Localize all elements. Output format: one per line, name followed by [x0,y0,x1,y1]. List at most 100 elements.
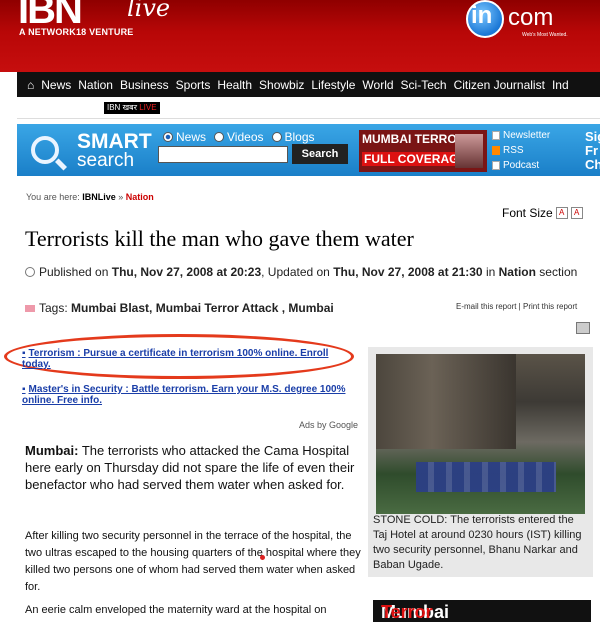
breadcrumb-home[interactable]: IBNLive [82,192,116,202]
tags-row: Tags: Mumbai Blast, Mumbai Terror Attack… [25,301,334,315]
upd-prefix: , Updated on [261,265,334,279]
search-input[interactable] [158,146,288,163]
nav-citizen-journalist[interactable]: Citizen Journalist [454,78,545,92]
ad1-text: Terrorism : Pursue a certificate in terr… [22,348,329,370]
newsletter-icon [492,131,500,140]
cursor-dot [260,555,265,560]
photo-caption: STONE COLD: The terrorists entered the T… [373,514,582,571]
site-header: IBN live A NETWORK18 VENTURE in com Web'… [0,0,600,72]
promo-red: Terror Attack [381,602,433,622]
newsletter-label: Newsletter [503,130,551,141]
nav-world[interactable]: World [362,78,393,92]
email-print-links[interactable]: E-mail this report | Print this report [456,302,577,311]
ad-bullet: ▪ [22,384,26,395]
incom-logo[interactable]: in com Web's Most Wanted. [462,0,592,44]
breadcrumb: You are here: IBNLive » Nation [26,192,154,202]
radio-blogs[interactable] [271,132,282,142]
pub-prefix: Published on [39,265,112,279]
ad2-text: Master's in Security : Battle terrorism.… [22,384,346,406]
sub-nav: IBN खबर LIVE [17,97,600,119]
breadcrumb-prefix: You are here: [26,192,83,202]
font-size-label: Font Size [502,206,553,220]
ads-by-google[interactable]: Ads by Google [299,420,358,430]
ad-link-terrorism[interactable]: ▪ Terrorism : Pursue a certificate in ter… [22,348,352,370]
main-nav: ⌂ News Nation Business Sports Health Sho… [17,72,600,97]
rss-icon [492,146,500,155]
mt-banner-line2: FULL COVERAGE [362,152,469,166]
mumbai-terror-coverage-banner[interactable]: MUMBAI TERROR FULL COVERAGE [359,130,487,172]
ad-bullet: ▪ [22,348,26,359]
podcast-link[interactable]: Podcast [492,158,550,173]
section-suffix: section [535,265,578,279]
podcast-label: Podcast [503,160,540,171]
incom-com-text: com [508,4,554,31]
badge-ibn: IBN [107,103,121,112]
nav-nation[interactable]: Nation [78,78,113,92]
article-paragraph-2: After killing two security personnel in … [25,530,361,593]
mt-banner-line1: MUMBAI TERROR [362,132,466,146]
clock-icon [25,267,35,277]
rss-label: RSS [503,145,524,156]
smart-search-logo: SMART search [27,128,157,172]
nav-sports[interactable]: Sports [176,78,211,92]
signup-line1: Sig [585,129,600,144]
nav-scitech[interactable]: Sci-Tech [401,78,447,92]
home-icon[interactable]: ⌂ [27,78,34,92]
nav-news[interactable]: News [41,78,71,92]
search-text: search [77,150,135,171]
font-increase-button[interactable]: A [570,207,583,219]
photo-building [376,354,516,449]
article-paragraph-3: An eerie calm enveloped the maternity wa… [25,604,327,616]
nav-india[interactable]: Ind [552,78,569,92]
nav-health[interactable]: Health [217,78,252,92]
font-size-control: Font Size A A [502,206,583,220]
newsletter-link[interactable]: Newsletter [492,128,550,143]
radio-videos-label[interactable]: Videos [227,130,263,144]
taj-hotel-photo[interactable] [376,354,585,514]
smart-search-bar: SMART search News Videos Blogs Search MU… [17,124,600,176]
dateline: Mumbai: [25,443,79,458]
tags-prefix: Tags: [39,301,72,315]
ibn-khabar-badge[interactable]: IBN खबर LIVE [104,102,160,114]
mumbai-terror-attack-promo[interactable]: Mumbai Terror Attack [373,600,591,622]
nav-business[interactable]: Business [120,78,169,92]
rss-link[interactable]: RSS [492,143,550,158]
publish-info: Published on Thu, Nov 27, 2008 at 20:23,… [25,264,585,281]
printer-icon[interactable] [576,322,590,334]
podcast-icon [492,161,500,170]
ad-link-masters-security[interactable]: ▪ Master's in Security : Battle terrorism… [22,384,352,406]
incom-in-text: in [471,2,493,29]
radio-news[interactable] [163,132,173,142]
font-decrease-button[interactable]: A [555,207,568,219]
tags-list[interactable]: Mumbai Blast, Mumbai Terror Attack , Mum… [71,301,334,315]
section-link[interactable]: Nation [499,265,536,279]
updated-date: Thu, Nov 27, 2008 at 21:30 [333,265,483,279]
radio-blogs-label[interactable]: Blogs [285,130,315,144]
breadcrumb-sep: » [115,192,126,202]
signup-line3: Ch [585,157,600,172]
page-title: Terrorists kill the man who gave them wa… [25,226,414,251]
breadcrumb-current[interactable]: Nation [126,192,154,202]
nav-lifestyle[interactable]: Lifestyle [311,78,355,92]
article-lead: Mumbai: The terrorists who attacked the … [25,442,361,493]
radio-videos[interactable] [214,132,225,142]
magnifier-icon [31,136,59,164]
tag-icon [25,305,35,312]
live-logo-text: live [127,0,171,22]
incom-tagline: Web's Most Wanted. [522,32,568,38]
signup-link[interactable]: Sig Fr Ch [585,130,600,172]
search-button[interactable]: Search [292,144,348,164]
nav-showbiz[interactable]: Showbiz [259,78,304,92]
published-date: Thu, Nov 27, 2008 at 20:23 [111,265,262,279]
search-type-radios: News Videos Blogs [163,130,323,144]
badge-live: LIVE [139,103,157,112]
in-prefix: in [482,265,499,279]
network-tagline: A NETWORK18 VENTURE [19,27,134,37]
photo-commandos [416,462,556,492]
photo-box: STONE COLD: The terrorists entered the T… [368,347,593,577]
taj-thumbnail [455,134,483,168]
badge-khabar: खबर [122,103,137,112]
feed-links: Newsletter RSS Podcast [492,128,550,173]
radio-news-label[interactable]: News [176,130,206,144]
signup-line2: Fr [585,143,598,158]
